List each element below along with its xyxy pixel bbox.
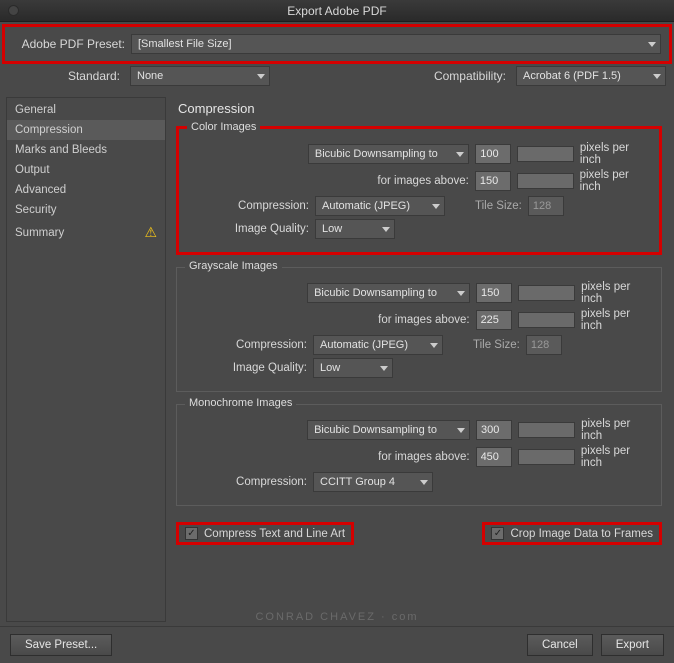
close-icon[interactable] <box>8 5 19 16</box>
titlebar: Export Adobe PDF <box>0 0 674 22</box>
preset-label: Adobe PDF Preset: <box>13 37 125 51</box>
save-preset-button[interactable]: Save Preset... <box>10 634 112 656</box>
gray-ppi-input[interactable] <box>476 283 512 303</box>
color-quality-label: Image Quality: <box>189 223 309 235</box>
crop-data-wrap: Crop Image Data to Frames <box>482 522 662 545</box>
crop-data-checkbox[interactable] <box>491 527 504 540</box>
compat-label: Compatibility: <box>434 69 506 83</box>
export-button[interactable]: Export <box>601 634 664 656</box>
color-above-slider[interactable] <box>517 173 574 189</box>
sidebar-item-summary[interactable]: Summary ⚠ <box>7 220 165 245</box>
cancel-button[interactable]: Cancel <box>527 634 593 656</box>
gray-quality-select[interactable]: Low <box>313 358 393 378</box>
sidebar-item-output[interactable]: Output <box>7 160 165 180</box>
sidebar-item-security[interactable]: Security <box>7 200 165 220</box>
compress-text-checkbox[interactable] <box>185 527 198 540</box>
panel-title: Compression <box>178 101 662 116</box>
main-panel: Compression Color Images Bicubic Downsam… <box>170 93 674 626</box>
gray-images-group: Grayscale Images Bicubic Downsampling to… <box>176 267 662 392</box>
gray-quality-label: Image Quality: <box>187 362 307 374</box>
gray-legend: Grayscale Images <box>185 260 282 272</box>
color-images-group: Color Images Bicubic Downsampling to pix… <box>176 126 662 255</box>
color-comp-label: Compression: <box>189 200 309 212</box>
sidebar-item-advanced[interactable]: Advanced <box>7 180 165 200</box>
standard-label: Standard: <box>8 69 120 83</box>
mono-ppi-input[interactable] <box>476 420 512 440</box>
color-ppi-slider[interactable] <box>517 146 574 162</box>
mono-comp-select[interactable]: CCITT Group 4 <box>313 472 433 492</box>
mono-above-label: for images above: <box>307 451 469 463</box>
gray-tile-label: Tile Size: <box>473 339 520 351</box>
sidebar-item-marks-bleeds[interactable]: Marks and Bleeds <box>7 140 165 160</box>
compat-select[interactable]: Acrobat 6 (PDF 1.5) <box>516 66 666 86</box>
preset-row: Adobe PDF Preset: [Smallest File Size] <box>2 24 672 64</box>
mono-comp-label: Compression: <box>187 476 307 488</box>
preset-select[interactable]: [Smallest File Size] <box>131 34 661 54</box>
color-quality-select[interactable]: Low <box>315 219 395 239</box>
warning-icon: ⚠ <box>144 224 157 241</box>
color-above-label: for images above: <box>308 175 469 187</box>
gray-resample-select[interactable]: Bicubic Downsampling to <box>307 283 470 303</box>
sidebar-item-compression[interactable]: Compression <box>7 120 165 140</box>
gray-comp-label: Compression: <box>187 339 307 351</box>
standard-compat-row: Standard: None Compatibility: Acrobat 6 … <box>0 66 674 93</box>
gray-above-slider[interactable] <box>518 312 575 328</box>
color-legend: Color Images <box>187 121 260 133</box>
color-tile-input <box>528 196 564 216</box>
gray-tile-input <box>526 335 562 355</box>
export-pdf-dialog: Export Adobe PDF Adobe PDF Preset: [Smal… <box>0 0 674 663</box>
gray-comp-select[interactable]: Automatic (JPEG) <box>313 335 443 355</box>
mono-above-slider[interactable] <box>518 449 575 465</box>
color-ppi-input[interactable] <box>475 144 511 164</box>
compress-text-label: Compress Text and Line Art <box>204 528 345 540</box>
color-above-input[interactable] <box>475 171 511 191</box>
color-ppi-unit: pixels per inch <box>580 142 649 166</box>
gray-above-label: for images above: <box>307 314 469 326</box>
compress-text-wrap: Compress Text and Line Art <box>176 522 354 545</box>
mono-images-group: Monochrome Images Bicubic Downsampling t… <box>176 404 662 506</box>
gray-ppi-slider[interactable] <box>518 285 575 301</box>
color-tile-label: Tile Size: <box>475 200 522 212</box>
sidebar: General Compression Marks and Bleeds Out… <box>6 97 166 622</box>
mono-ppi-slider[interactable] <box>518 422 575 438</box>
gray-above-input[interactable] <box>476 310 512 330</box>
color-comp-select[interactable]: Automatic (JPEG) <box>315 196 445 216</box>
mono-above-input[interactable] <box>476 447 512 467</box>
mono-legend: Monochrome Images <box>185 397 296 409</box>
color-resample-select[interactable]: Bicubic Downsampling to <box>308 144 469 164</box>
standard-select[interactable]: None <box>130 66 270 86</box>
button-bar: Save Preset... Cancel Export <box>0 626 674 663</box>
sidebar-item-general[interactable]: General <box>7 100 165 120</box>
crop-data-label: Crop Image Data to Frames <box>510 528 653 540</box>
mono-resample-select[interactable]: Bicubic Downsampling to <box>307 420 470 440</box>
window-title: Export Adobe PDF <box>287 4 386 18</box>
